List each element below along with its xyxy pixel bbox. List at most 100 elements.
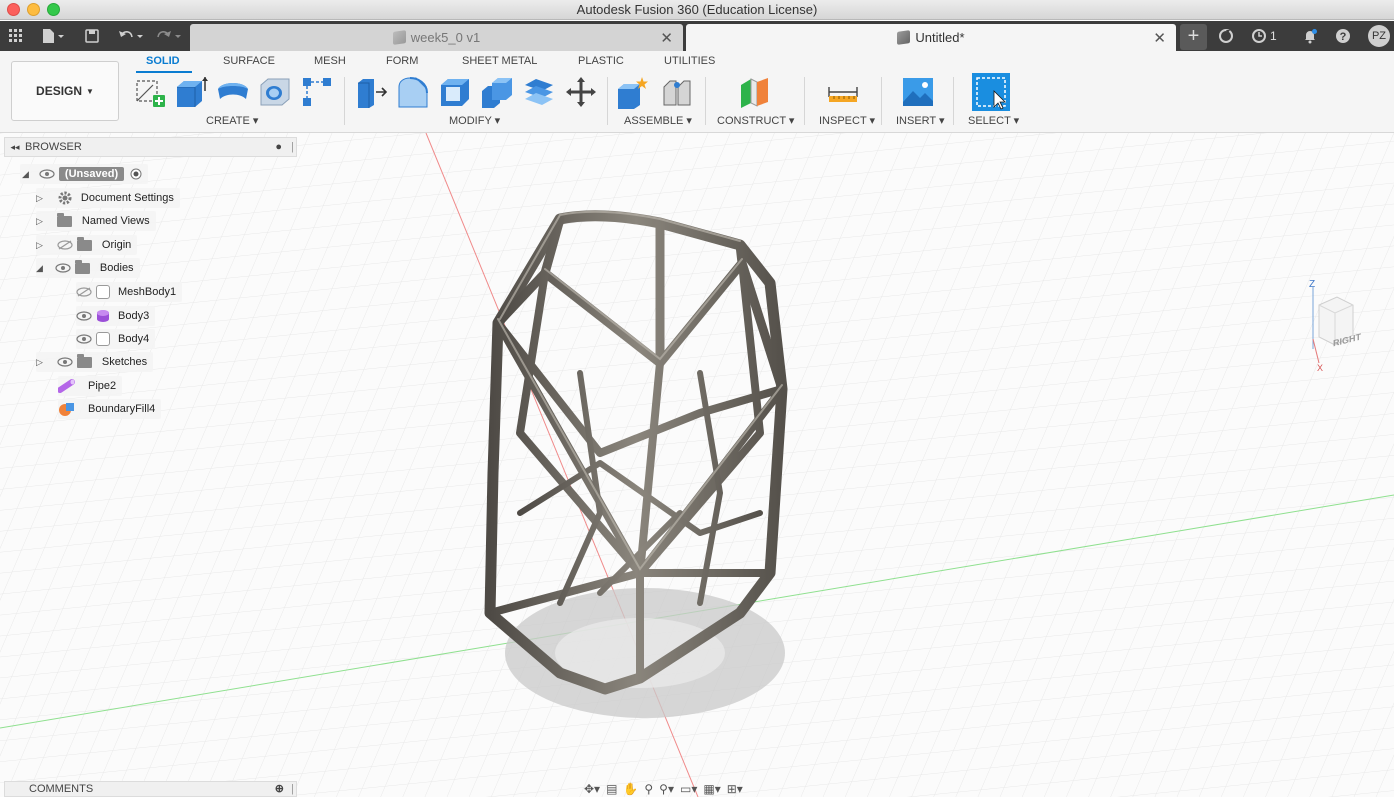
tree-item-named-views[interactable]: ▷ Named Views (36, 211, 156, 231)
pan-icon[interactable]: ✋ (623, 782, 638, 796)
eye-icon[interactable] (39, 169, 55, 179)
measure-icon[interactable] (826, 75, 860, 109)
tab-form[interactable]: FORM (386, 55, 418, 67)
tab-untitled[interactable]: Untitled* ✕ (686, 24, 1176, 51)
zoom-icon[interactable]: ⚲ (644, 782, 653, 796)
redo-icon[interactable] (154, 26, 184, 46)
inspect-menu[interactable]: INSPECT ▾ (819, 114, 875, 127)
save-icon[interactable] (82, 26, 102, 46)
press-pull-icon[interactable] (354, 75, 388, 109)
viewports-icon[interactable]: ⊞▾ (727, 782, 743, 796)
file-icon[interactable] (38, 26, 68, 46)
tree-item-meshbody1[interactable]: MeshBody1 (76, 282, 183, 302)
grid-settings-icon[interactable]: ▦▾ (703, 782, 720, 796)
clock-icon[interactable] (1249, 26, 1269, 46)
rectangular-pattern-icon[interactable] (300, 75, 334, 109)
boundary-fill-icon (59, 403, 74, 416)
tab-surface[interactable]: SURFACE (223, 55, 275, 67)
insert-image-icon[interactable] (901, 75, 935, 109)
close-icon[interactable]: ✕ (660, 29, 673, 47)
move-icon[interactable] (564, 75, 598, 109)
fillet-icon[interactable] (396, 75, 430, 109)
tree-item-body3[interactable]: Body3 (76, 306, 156, 326)
group-label-select: SELECT (968, 115, 1011, 127)
job-count: 1 (1270, 29, 1277, 43)
help-icon[interactable]: ? (1333, 26, 1353, 46)
folder-icon (76, 353, 92, 368)
collapse-panel-icon[interactable]: ◂◂ (5, 142, 25, 153)
tree-item-origin[interactable]: ▷ Origin (36, 235, 138, 255)
look-at-icon[interactable]: ▤ (606, 782, 617, 796)
eye-icon[interactable] (76, 311, 92, 321)
expand-triangle-icon[interactable]: ▷ (36, 216, 43, 227)
refresh-icon[interactable] (1216, 26, 1236, 46)
view-cube[interactable]: Z X RIGHT (1309, 279, 1365, 373)
eye-icon[interactable] (57, 357, 73, 367)
tree-root[interactable]: ◢ (Unsaved) (20, 164, 149, 184)
body-icon (96, 285, 110, 299)
eye-hidden-icon[interactable] (57, 240, 73, 250)
create-menu[interactable]: CREATE ▾ (206, 114, 258, 127)
expand-triangle-icon[interactable]: ▷ (36, 193, 43, 204)
tab-plastic[interactable]: PLASTIC (578, 55, 624, 67)
bell-icon[interactable] (1300, 26, 1320, 46)
pin-icon[interactable]: | (291, 141, 294, 153)
collapse-triangle-icon[interactable]: ◢ (22, 169, 29, 180)
expand-triangle-icon[interactable]: ▷ (36, 240, 43, 251)
eye-hidden-icon[interactable] (76, 287, 92, 297)
revolve-icon[interactable] (216, 75, 250, 109)
select-menu[interactable]: SELECT ▾ (968, 114, 1019, 127)
minimize-window-button[interactable] (27, 3, 40, 16)
combine-icon[interactable] (480, 75, 514, 109)
close-icon[interactable]: ✕ (1153, 29, 1166, 47)
new-component-icon[interactable] (616, 75, 650, 109)
create-sketch-icon[interactable] (133, 75, 167, 109)
offset-plane-icon[interactable] (737, 75, 771, 109)
tab-week5[interactable]: week5_0 v1 ✕ (190, 24, 683, 51)
new-tab-button[interactable]: + (1180, 24, 1207, 50)
divider (344, 77, 345, 125)
construct-menu[interactable]: CONSTRUCT ▾ (717, 114, 794, 127)
avatar[interactable]: PZ (1368, 25, 1390, 47)
tab-utilities[interactable]: UTILITIES (664, 55, 715, 67)
tree-item-label: Sketches (101, 356, 148, 368)
minimize-icon[interactable]: ● (275, 141, 282, 153)
shell-icon[interactable] (438, 75, 472, 109)
eye-icon[interactable] (55, 263, 71, 273)
fit-icon[interactable]: ⚲▾ (659, 782, 674, 796)
insert-menu[interactable]: INSERT ▾ (896, 114, 945, 127)
tree-item-boundaryfill4[interactable]: BoundaryFill4 (58, 399, 162, 419)
modify-menu[interactable]: MODIFY ▾ (449, 114, 500, 127)
tree-item-bodies[interactable]: ◢ Bodies (36, 258, 140, 278)
collapse-triangle-icon[interactable]: ◢ (36, 263, 43, 274)
tree-item-label: Body3 (118, 310, 150, 322)
undo-icon[interactable] (116, 26, 146, 46)
orbit-icon[interactable]: ✥▾ (584, 782, 600, 796)
tree-item-pipe2[interactable]: Pipe2 (58, 376, 123, 396)
maximize-window-button[interactable] (47, 3, 60, 16)
apps-grid-icon[interactable] (6, 26, 26, 46)
replace-face-icon[interactable] (522, 75, 556, 109)
select-icon[interactable] (972, 73, 1010, 111)
tab-solid[interactable]: SOLID (146, 55, 180, 67)
hole-icon[interactable] (258, 75, 292, 109)
tree-item-body4[interactable]: Body4 (76, 329, 156, 349)
close-window-button[interactable] (7, 3, 20, 16)
comments-panel[interactable]: COMMENTS ⊕ | (4, 781, 297, 797)
tree-item-sketches[interactable]: ▷ Sketches (36, 352, 154, 372)
tree-item-document-settings[interactable]: ▷ Document Settings (36, 188, 180, 208)
assemble-menu[interactable]: ASSEMBLE ▾ (624, 114, 692, 127)
browser-header[interactable]: ◂◂ BROWSER ● | (4, 137, 297, 157)
tab-sheet-metal[interactable]: SHEET METAL (462, 55, 537, 67)
extrude-icon[interactable] (174, 75, 208, 109)
canvas-viewport[interactable]: Z X RIGHT (0, 133, 1394, 797)
eye-icon[interactable] (76, 334, 92, 344)
workspace-switcher[interactable]: DESIGN ▼ (11, 61, 119, 121)
pin-icon[interactable]: | (291, 782, 294, 797)
expand-triangle-icon[interactable]: ▷ (36, 357, 43, 368)
tab-mesh[interactable]: MESH (314, 55, 346, 67)
display-settings-icon[interactable]: ▭▾ (680, 782, 697, 796)
activate-radio-icon[interactable] (130, 168, 142, 180)
add-comment-icon[interactable]: ⊕ (275, 782, 284, 797)
joint-icon[interactable] (660, 75, 694, 109)
